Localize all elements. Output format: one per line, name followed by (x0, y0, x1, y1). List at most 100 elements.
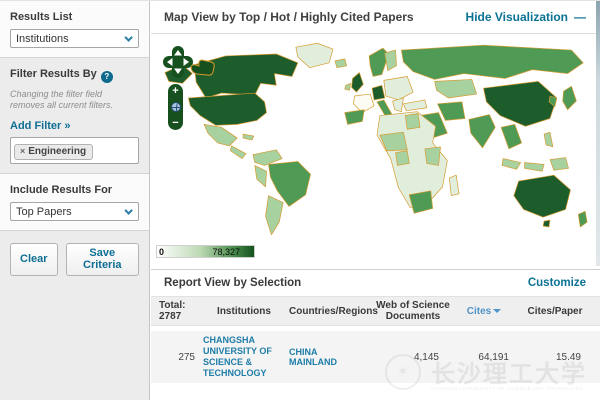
col-header-cites-sort[interactable]: Cites (451, 306, 517, 317)
col-header-cites-paper: Cites/Paper (517, 306, 593, 317)
map-country-central-america[interactable] (230, 146, 246, 159)
map-country-eastern-europe[interactable] (384, 76, 413, 99)
map-country-finland[interactable] (385, 50, 397, 71)
filter-sidebar: Results List Institutions Filter Results… (0, 1, 150, 400)
table-header-row: Total: 2787 Institutions Countries/Regio… (151, 296, 600, 326)
map-country-mexico[interactable] (204, 124, 237, 146)
map-country-russia[interactable] (401, 45, 583, 79)
row-institution: CHANGSHA UNIVERSITY OF SCIENCE & TECHNOL… (199, 335, 289, 379)
include-results-selected-value: Top Papers (16, 206, 72, 218)
map-country-argentina[interactable] (266, 196, 284, 235)
map-view-title: Map View by Top / Hot / Highly Cited Pap… (164, 10, 414, 24)
map-country-spain[interactable] (345, 110, 365, 125)
cites-sort-label: Cites (467, 306, 491, 317)
country-link[interactable]: CHINA MAINLAND (289, 347, 347, 367)
filter-tag-engineering[interactable]: ×Engineering (14, 144, 93, 160)
results-list-dropdown[interactable]: Institutions (10, 29, 139, 48)
hide-visualization-link[interactable]: Hide Visualization — (466, 10, 586, 24)
filter-results-by-label: Filter Results By? (10, 68, 139, 83)
map-country-india[interactable] (469, 115, 495, 148)
map-country-germany[interactable] (372, 85, 385, 100)
report-title: Report View by Selection (164, 277, 301, 289)
sort-descending-icon (493, 309, 501, 313)
world-map-region: + − 0 78,327 (151, 34, 600, 269)
map-country-japan[interactable] (563, 86, 577, 109)
map-country-scandinavia[interactable] (369, 48, 389, 76)
map-country-west-africa[interactable] (380, 132, 407, 151)
map-country-china[interactable] (484, 81, 557, 126)
map-country-iceland[interactable] (335, 59, 347, 68)
zoom-in-button[interactable]: + (172, 86, 178, 96)
help-icon[interactable]: ? (101, 71, 113, 83)
map-country-indonesia-east[interactable] (525, 162, 545, 171)
esi-application-window: Results List Institutions Filter Results… (0, 0, 600, 400)
map-country-usa[interactable] (188, 93, 266, 125)
col-header-countries: Countries/Regions (289, 306, 375, 317)
total-header: Total: 2787 (157, 300, 199, 322)
map-country-philippines[interactable] (544, 132, 553, 147)
map-country-colombia[interactable] (253, 150, 282, 166)
visualization-header: Map View by Top / Hot / Highly Cited Pap… (151, 1, 600, 34)
report-header: Report View by Selection Customize (151, 270, 600, 296)
sidebar-buttons: Clear Save Criteria (0, 231, 149, 288)
active-filters-box: ×Engineering (10, 137, 139, 164)
map-country-australia[interactable] (514, 175, 571, 217)
map-country-new-zealand[interactable] (578, 211, 587, 227)
results-list-selected-value: Institutions (16, 33, 69, 45)
institution-link[interactable]: CHANGSHA UNIVERSITY OF SCIENCE & TECHNOL… (203, 335, 272, 378)
map-country-tasmania[interactable] (543, 220, 550, 227)
filter-section: Filter Results By? Changing the filter f… (0, 58, 149, 174)
chevron-down-icon (124, 33, 132, 41)
world-choropleth-map[interactable] (161, 40, 591, 240)
total-label: Total: (159, 300, 199, 311)
hand-cursor-icon (189, 56, 215, 78)
include-results-label: Include Results For (10, 184, 139, 196)
include-results-dropdown[interactable]: Top Papers (10, 202, 139, 221)
map-country-iran[interactable] (438, 102, 465, 121)
choropleth-legend: 0 78,327 (156, 245, 255, 258)
map-country-indonesia-west[interactable] (502, 159, 521, 170)
map-country-ireland[interactable] (345, 83, 351, 90)
map-country-madagascar[interactable] (449, 175, 459, 196)
map-country-new-guinea[interactable] (550, 158, 569, 171)
map-country-kazakhstan[interactable] (435, 79, 477, 98)
map-country-east-africa[interactable] (425, 147, 441, 166)
map-country-egypt[interactable] (405, 114, 420, 130)
map-country-south-africa[interactable] (409, 191, 432, 213)
remove-tag-icon[interactable]: × (20, 146, 25, 156)
row-cites-per-paper: 15.49 (517, 352, 593, 363)
report-section: Report View by Selection Customize Total… (151, 269, 600, 383)
row-documents: 4,145 (375, 352, 451, 363)
scrollbar[interactable] (596, 1, 600, 266)
chevron-down-icon (124, 206, 132, 214)
map-country-turkey[interactable] (403, 100, 426, 111)
add-filter-link[interactable]: Add Filter » (10, 120, 71, 132)
collapse-dash-icon: — (574, 10, 586, 24)
hide-visualization-text: Hide Visualization (466, 10, 568, 24)
map-country-uk[interactable] (352, 73, 364, 93)
map-country-se-asia[interactable] (501, 124, 522, 148)
main-panel: Map View by Top / Hot / Highly Cited Pap… (151, 1, 600, 400)
row-country: CHINA MAINLAND (289, 347, 375, 368)
globe-reset-icon[interactable] (171, 102, 181, 112)
map-zoom-control: + − (168, 84, 183, 130)
map-country-balkans[interactable] (393, 98, 404, 112)
map-country-cuba[interactable] (243, 134, 254, 140)
include-results-section: Include Results For Top Papers (0, 174, 149, 231)
map-country-greenland[interactable] (296, 43, 333, 67)
results-list-label: Results List (10, 11, 139, 23)
customize-link[interactable]: Customize (528, 277, 586, 289)
legend-min-value: 0 (159, 247, 164, 257)
watermark-caption: CHANGSHA UNIVERSITY OF SCIENCE AND TECHN… (431, 386, 583, 391)
map-country-peru[interactable] (255, 165, 267, 187)
filter-results-by-text: Filter Results By (10, 68, 97, 80)
legend-max-value: 78,327 (212, 247, 240, 257)
save-criteria-button[interactable]: Save Criteria (66, 243, 139, 276)
zoom-out-button[interactable]: − (172, 118, 178, 128)
total-value: 2787 (159, 311, 199, 322)
filter-note: Changing the filter field removes all cu… (10, 89, 139, 111)
row-cites: 64,191 (451, 352, 517, 363)
filter-tag-label: Engineering (28, 146, 86, 157)
clear-button[interactable]: Clear (10, 243, 58, 276)
map-country-nigeria[interactable] (396, 151, 410, 166)
